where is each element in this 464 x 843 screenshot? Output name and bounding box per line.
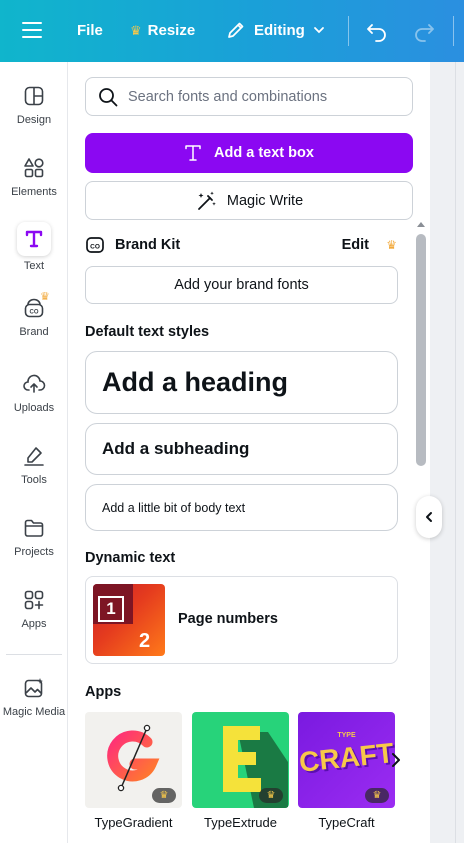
add-text-box-label: Add a text box: [214, 145, 314, 161]
sidebar-item-label: Magic Media: [2, 706, 66, 718]
projects-icon: [24, 519, 44, 537]
app-typegradient[interactable]: ♛ TypeGradient: [85, 712, 182, 830]
sidebar-item-tools[interactable]: Tools: [0, 444, 68, 486]
svg-text:CO: CO: [30, 310, 39, 316]
brand-kit-header: CO Brand Kit Edit ♛: [85, 234, 397, 256]
brand-kit-edit-link[interactable]: Edit: [342, 237, 369, 253]
add-text-box-button[interactable]: Add a text box: [85, 133, 413, 173]
typegradient-thumbnail: ♛: [85, 712, 182, 808]
editing-label: Editing: [254, 21, 305, 39]
app-name: TypeGradient: [94, 815, 173, 830]
crown-icon: ♛: [40, 291, 50, 303]
sidebar-item-label: Brand: [19, 326, 49, 338]
brand-kit-label: Brand Kit: [115, 237, 181, 253]
sidebar-item-label: Elements: [11, 186, 57, 198]
search-input[interactable]: [128, 88, 398, 105]
toolbar-divider: [348, 16, 349, 46]
add-brand-fonts-button[interactable]: Add your brand fonts: [85, 266, 398, 304]
apps-icon: [24, 590, 44, 610]
magic-wand-icon: [197, 191, 216, 210]
sidebar-item-label: Uploads: [13, 402, 55, 414]
text-panel: Add a text box Magic Write CO Brand Kit …: [68, 62, 430, 843]
editing-mode-button[interactable]: Editing: [226, 20, 325, 40]
sidebar-item-label: Text: [23, 260, 45, 272]
file-menu-button[interactable]: File: [77, 22, 103, 39]
page-number-one: 1: [98, 596, 124, 622]
uploads-icon: [23, 374, 46, 393]
search-box[interactable]: [85, 77, 413, 116]
redo-button[interactable]: [413, 20, 435, 47]
sidebar-item-label: Tools: [21, 474, 47, 486]
magic-write-button[interactable]: Magic Write: [85, 181, 413, 220]
app-name: TypeExtrude: [204, 815, 277, 830]
canvas-divider: [455, 62, 456, 843]
add-subheading-button[interactable]: Add a subheading: [85, 423, 398, 475]
page-numbers-thumbnail: 1 2: [93, 584, 165, 656]
crown-icon: ♛: [386, 238, 397, 252]
default-styles-title: Default text styles: [85, 324, 210, 340]
body-style-label: Add a little bit of body text: [102, 500, 246, 515]
dynamic-text-title: Dynamic text: [85, 550, 176, 566]
hamburger-icon[interactable]: [22, 22, 42, 40]
page-numbers-label: Page numbers: [178, 611, 278, 627]
elements-icon: [24, 158, 44, 178]
text-icon: [185, 145, 201, 161]
sidebar-divider: [6, 654, 62, 655]
collapse-panel-button[interactable]: [416, 496, 442, 538]
sidebar-item-text[interactable]: Text: [0, 222, 68, 272]
sidebar-nav: Design Elements Text CO ♛ Brand Uploads …: [0, 62, 68, 843]
crown-icon: ♛: [152, 788, 176, 803]
chevron-left-icon: [426, 512, 432, 522]
resize-button[interactable]: ♛ Resize: [130, 22, 195, 39]
sidebar-item-uploads[interactable]: Uploads: [0, 372, 68, 414]
design-icon: [24, 86, 44, 106]
typecraft-big-text: CRAFT: [298, 737, 395, 778]
chevron-down-icon: [313, 27, 324, 34]
sidebar-item-magic-media[interactable]: Magic Media: [0, 676, 68, 718]
sidebar-item-label: Apps: [21, 618, 47, 630]
sidebar-item-brand[interactable]: CO ♛ Brand: [0, 291, 68, 338]
undo-button[interactable]: [366, 20, 388, 47]
tools-icon: [24, 447, 44, 466]
resize-label: Resize: [147, 22, 196, 39]
crown-icon: ♛: [365, 788, 389, 803]
magic-write-label: Magic Write: [226, 192, 304, 209]
crown-icon: ♛: [259, 788, 283, 803]
canvas-area: [430, 62, 464, 843]
redo-icon: [415, 24, 434, 42]
magic-media-icon: [24, 678, 43, 698]
app-typeextrude[interactable]: ♛ TypeExtrude: [192, 712, 289, 830]
toolbar-divider: [453, 16, 454, 46]
panel-scrollbar[interactable]: [416, 234, 426, 466]
sidebar-item-projects[interactable]: Projects: [0, 516, 68, 558]
sidebar-item-label: Design: [16, 114, 52, 126]
chevron-right-icon[interactable]: [386, 750, 406, 770]
undo-icon: [367, 24, 386, 42]
pencil-icon: [228, 22, 244, 38]
subheading-style-label: Add a subheading: [102, 439, 250, 458]
top-toolbar: File ♛ Resize Editing: [0, 0, 464, 62]
app-typecraft[interactable]: TYPE CRAFT ♛ TypeCraft: [298, 712, 395, 830]
sidebar-item-apps[interactable]: Apps: [0, 588, 68, 630]
scroll-up-arrow[interactable]: [417, 222, 425, 227]
add-heading-button[interactable]: Add a heading: [85, 351, 398, 414]
sidebar-item-label: Projects: [14, 546, 54, 558]
add-body-text-button[interactable]: Add a little bit of body text: [85, 484, 398, 531]
typecraft-thumbnail: TYPE CRAFT ♛: [298, 712, 395, 808]
app-name: TypeCraft: [318, 815, 375, 830]
sidebar-item-elements[interactable]: Elements: [0, 156, 68, 198]
crown-icon: ♛: [130, 22, 142, 38]
sidebar-item-design[interactable]: Design: [0, 84, 68, 126]
page-number-two: 2: [139, 630, 151, 652]
typeextrude-thumbnail: ♛: [192, 712, 289, 808]
page-numbers-card[interactable]: 1 2 Page numbers: [85, 576, 398, 664]
apps-title: Apps: [85, 684, 122, 700]
add-brand-fonts-label: Add your brand fonts: [174, 277, 309, 293]
apps-carousel: ♛ TypeGradient ♛ TypeExtrude TYPE CRAFT …: [85, 712, 397, 842]
svg-text:CO: CO: [90, 243, 100, 250]
search-icon: [99, 87, 118, 106]
text-icon: [17, 222, 51, 256]
heading-style-label: Add a heading: [102, 367, 289, 397]
brand-kit-icon: CO: [86, 237, 104, 253]
